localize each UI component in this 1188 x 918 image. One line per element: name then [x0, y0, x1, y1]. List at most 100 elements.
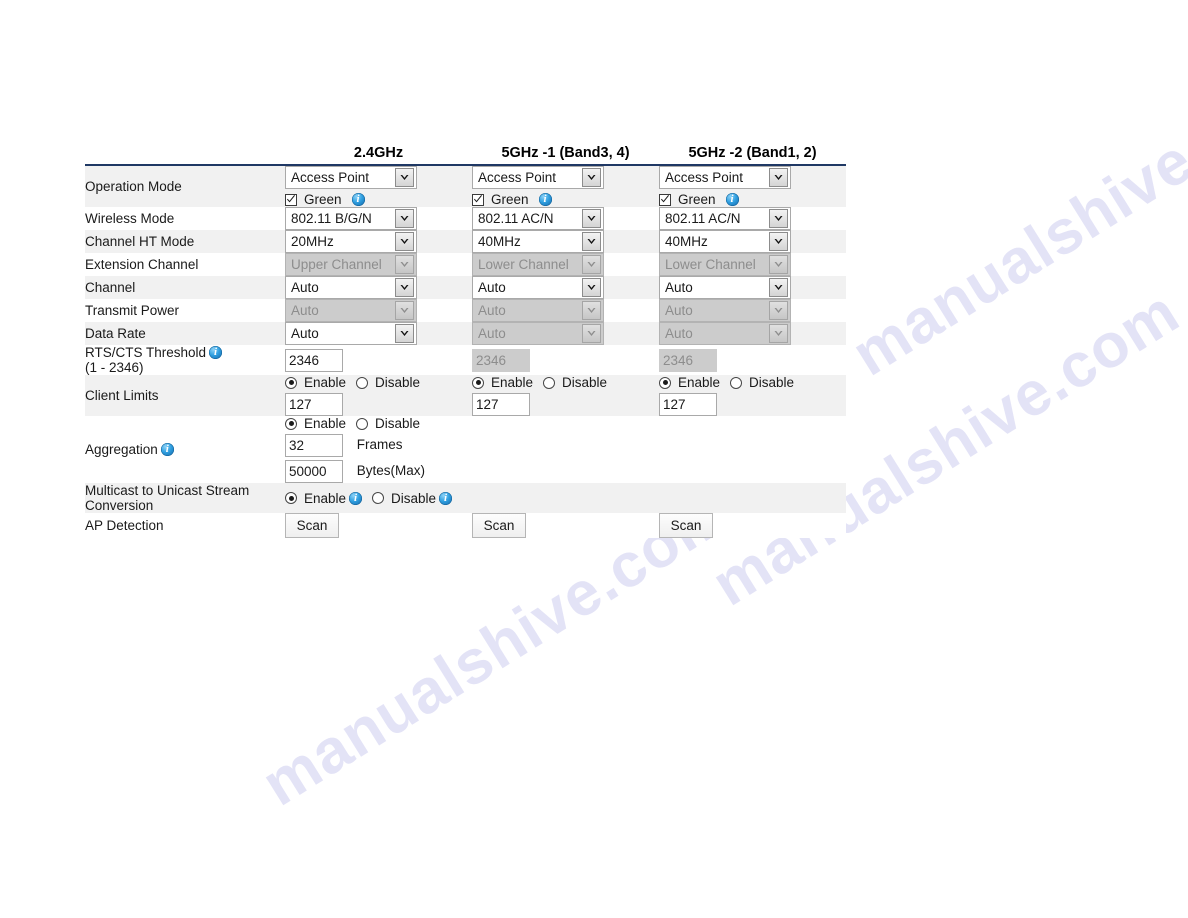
chevron-down-icon[interactable]	[769, 168, 788, 187]
green-checkbox-row-2g[interactable]: Green	[285, 192, 472, 207]
chevron-down-icon	[582, 301, 601, 320]
chevron-down-icon[interactable]	[395, 232, 414, 251]
transmit-power-select-2g: Auto	[285, 299, 417, 322]
aggregation-bytes-input[interactable]: 50000	[285, 460, 343, 483]
chevron-down-icon[interactable]	[582, 278, 601, 297]
radio-enable-2g[interactable]	[285, 376, 297, 389]
cell-wireless-mode-5g1: 802.11 AC/N	[472, 207, 659, 230]
table-row-data-rate: Data Rate Auto Auto Auto	[85, 322, 846, 345]
aggregation-frames-input[interactable]: 32	[285, 434, 343, 457]
scan-button-5g1[interactable]: Scan	[472, 513, 526, 538]
cell-extension-channel-5g1: Lower Channel	[472, 253, 659, 276]
table-row-multicast-conversion: Multicast to Unicast Stream Conversion E…	[85, 483, 846, 513]
info-icon[interactable]	[349, 491, 363, 505]
select-value: Auto	[478, 303, 506, 318]
radio-enable-multicast[interactable]	[285, 492, 297, 504]
client-limits-input-5g2[interactable]: 127	[659, 393, 717, 416]
radio-disable-5g2[interactable]	[730, 376, 743, 389]
data-rate-select-5g2: Auto	[659, 322, 791, 345]
client-limits-input-5g1[interactable]: 127	[472, 393, 530, 416]
header-band-2g: 2.4GHz	[285, 142, 472, 166]
chevron-down-icon[interactable]	[582, 209, 601, 228]
wireless-mode-select-5g1[interactable]: 802.11 AC/N	[472, 207, 604, 230]
cell-channel-ht-2g: 20MHz	[285, 230, 472, 253]
transmit-power-select-5g1: Auto	[472, 299, 604, 322]
radio-enable-5g2[interactable]	[659, 376, 671, 389]
cell-transmit-power-5g2: Auto	[659, 299, 846, 322]
checkbox-checked-icon[interactable]	[659, 193, 671, 206]
select-value: Access Point	[478, 170, 557, 185]
radio-enable-aggregation[interactable]	[285, 417, 297, 430]
select-value: Upper Channel	[291, 257, 382, 272]
wireless-mode-select-2g[interactable]: 802.11 B/G/N	[285, 207, 417, 230]
operation-mode-select-5g2[interactable]: Access Point	[659, 166, 791, 189]
info-icon[interactable]	[439, 491, 453, 505]
cell-channel-ht-5g1: 40MHz	[472, 230, 659, 253]
select-value: Lower Channel	[665, 257, 756, 272]
rts-cts-input-2g[interactable]: 2346	[285, 348, 343, 372]
table-row-wireless-mode: Wireless Mode 802.11 B/G/N 802.11 AC/N 8…	[85, 207, 846, 230]
operation-mode-select-2g[interactable]: Access Point	[285, 166, 417, 189]
data-rate-select-2g[interactable]: Auto	[285, 322, 417, 345]
row-label-extension-channel: Extension Channel	[85, 253, 285, 276]
radio-disable-label-multicast: Disable	[391, 490, 437, 506]
chevron-down-icon[interactable]	[769, 209, 788, 228]
info-icon[interactable]	[725, 192, 739, 206]
cell-channel-5g1: Auto	[472, 276, 659, 299]
green-label-5g2: Green	[678, 192, 716, 207]
aggregation-frames-row: 32 Frames	[285, 434, 846, 457]
cell-multicast-conversion: Enable Disable	[285, 483, 846, 513]
info-icon[interactable]	[538, 192, 552, 206]
radio-enable-5g1[interactable]	[472, 376, 484, 389]
checkbox-checked-icon[interactable]	[472, 193, 484, 206]
radio-disable-multicast[interactable]	[372, 492, 385, 504]
checkbox-checked-icon[interactable]	[285, 193, 297, 206]
extension-channel-select-2g: Upper Channel	[285, 253, 417, 276]
radio-enable-label-5g2: Enable	[678, 375, 721, 390]
chevron-down-icon[interactable]	[582, 168, 601, 187]
green-checkbox-row-5g1[interactable]: Green	[472, 192, 659, 207]
radio-disable-2g[interactable]	[356, 376, 369, 389]
scan-button-5g2[interactable]: Scan	[659, 513, 713, 538]
radio-disable-5g1[interactable]	[543, 376, 556, 389]
channel-select-2g[interactable]: Auto	[285, 276, 417, 299]
chevron-down-icon[interactable]	[395, 324, 414, 343]
channel-select-5g1[interactable]: Auto	[472, 276, 604, 299]
chevron-down-icon[interactable]	[582, 232, 601, 251]
cell-wireless-mode-2g: 802.11 B/G/N	[285, 207, 472, 230]
select-value: Auto	[665, 280, 693, 295]
transmit-power-select-5g2: Auto	[659, 299, 791, 322]
watermark-text: manualshive.com	[840, 47, 1188, 390]
extension-channel-select-5g1: Lower Channel	[472, 253, 604, 276]
table-header-row: 2.4GHz 5GHz -1 (Band3, 4) 5GHz -2 (Band1…	[85, 142, 846, 166]
wireless-mode-select-5g2[interactable]: 802.11 AC/N	[659, 207, 791, 230]
chevron-down-icon	[582, 324, 601, 343]
chevron-down-icon	[582, 255, 601, 274]
channel-ht-mode-select-2g[interactable]: 20MHz	[285, 230, 417, 253]
info-icon[interactable]	[209, 345, 223, 359]
table-row-ap-detection: AP Detection Scan Scan Scan	[85, 513, 846, 538]
green-checkbox-row-5g2[interactable]: Green	[659, 192, 846, 207]
chevron-down-icon[interactable]	[395, 168, 414, 187]
table-row-aggregation: Aggregation Enable Disable 32 Frames 500…	[85, 416, 846, 483]
wireless-settings-table: 2.4GHz 5GHz -1 (Band3, 4) 5GHz -2 (Band1…	[85, 142, 846, 538]
operation-mode-select-5g1[interactable]: Access Point	[472, 166, 604, 189]
chevron-down-icon	[395, 255, 414, 274]
scan-button-2g[interactable]: Scan	[285, 513, 339, 538]
info-icon[interactable]	[351, 192, 365, 206]
channel-select-5g2[interactable]: Auto	[659, 276, 791, 299]
info-icon[interactable]	[160, 442, 174, 456]
cell-operation-mode-2g: Access Point Green	[285, 165, 472, 207]
radio-enable-label-5g1: Enable	[491, 375, 534, 390]
radio-disable-aggregation[interactable]	[356, 417, 369, 430]
channel-ht-mode-select-5g1[interactable]: 40MHz	[472, 230, 604, 253]
chevron-down-icon[interactable]	[395, 278, 414, 297]
cell-transmit-power-5g1: Auto	[472, 299, 659, 322]
chevron-down-icon[interactable]	[395, 209, 414, 228]
chevron-down-icon[interactable]	[769, 278, 788, 297]
client-limits-input-2g[interactable]: 127	[285, 393, 343, 416]
channel-ht-mode-select-5g2[interactable]: 40MHz	[659, 230, 791, 253]
table-row-channel: Channel Auto Auto Auto	[85, 276, 846, 299]
chevron-down-icon[interactable]	[769, 232, 788, 251]
select-value: Access Point	[291, 170, 370, 185]
